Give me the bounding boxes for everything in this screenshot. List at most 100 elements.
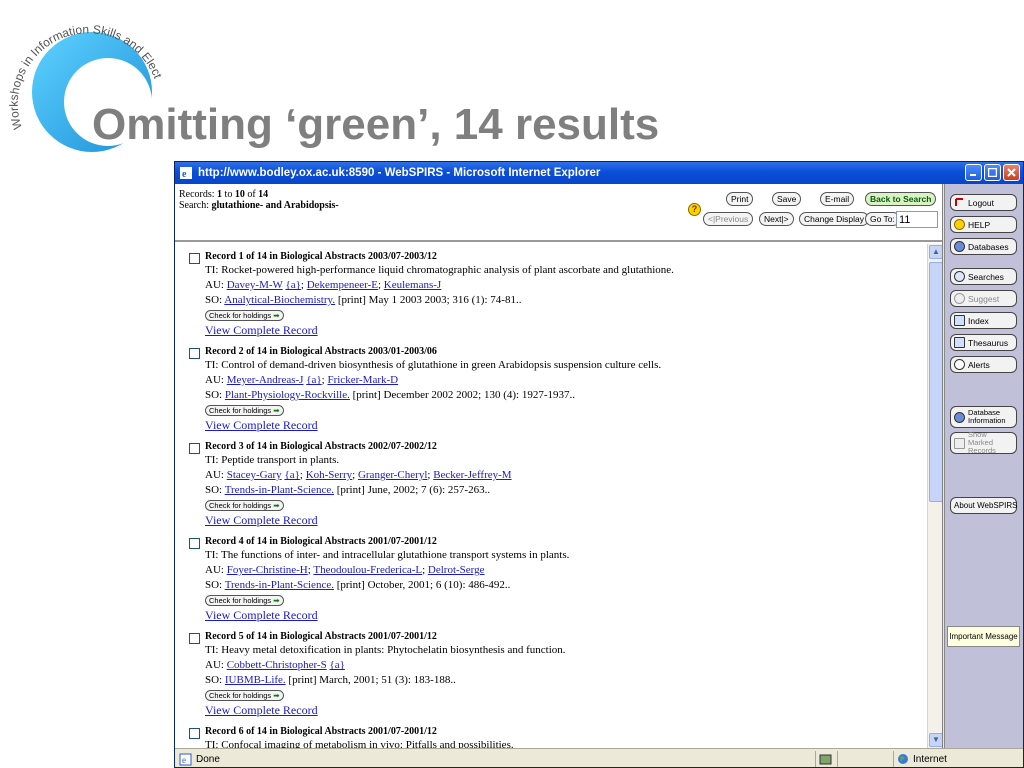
- record-source-line: SO: Analytical-Biochemistry. [print] May…: [205, 294, 522, 306]
- results-scrollbar[interactable]: ▲ ▼: [927, 244, 942, 748]
- author-link[interactable]: Davey-M-W: [227, 279, 283, 291]
- author-link[interactable]: Koh-Serry: [306, 469, 352, 481]
- view-complete-record-link[interactable]: View Complete Record: [205, 703, 318, 717]
- about-webspirs-button[interactable]: About WebSPIRS: [950, 497, 1017, 514]
- records-label: Records:: [179, 189, 215, 200]
- view-complete-record-link[interactable]: View Complete Record: [205, 608, 318, 622]
- author-link[interactable]: Becker-Jeffrey-M: [433, 469, 511, 481]
- go-to-input[interactable]: [896, 211, 938, 228]
- arrow-right-icon: ➡: [273, 595, 280, 605]
- print-button[interactable]: Print: [726, 192, 754, 206]
- record-checkbox[interactable]: [189, 633, 200, 644]
- record-item: Record 5 of 14 in Biological Abstracts 2…: [175, 630, 927, 719]
- help-question-icon[interactable]: ?: [688, 203, 701, 216]
- next-button[interactable]: Next|>: [759, 212, 794, 226]
- thesaurus-button[interactable]: Thesaurus: [950, 334, 1017, 351]
- important-message[interactable]: Important Message: [947, 626, 1020, 647]
- suggest-button[interactable]: Suggest: [950, 290, 1017, 307]
- record-item: Record 1 of 14 in Biological Abstracts 2…: [175, 250, 927, 339]
- author-link[interactable]: Stacey-Gary: [227, 469, 282, 481]
- record-item: Record 2 of 14 in Biological Abstracts 2…: [175, 345, 927, 434]
- checkbox-icon: [954, 437, 965, 449]
- minimize-button[interactable]: [965, 164, 982, 181]
- check-holdings-button[interactable]: Check for holdings ➡: [205, 309, 284, 321]
- record-source-line: SO: Trends-in-Plant-Science. [print] Jun…: [205, 484, 491, 496]
- maximize-button[interactable]: [984, 164, 1001, 181]
- page-icon: e: [179, 753, 192, 766]
- record-checkbox[interactable]: [189, 538, 200, 549]
- record-item: Record 3 of 14 in Biological Abstracts 2…: [175, 440, 927, 529]
- record-title: Rocket-powered high-performance liquid c…: [221, 264, 674, 276]
- author-link[interactable]: Cobbett-Christopher-S: [227, 659, 327, 671]
- scroll-thumb[interactable]: [929, 262, 942, 502]
- author-link[interactable]: Granger-Cheryl: [358, 469, 427, 481]
- author-link[interactable]: {a}: [306, 374, 321, 386]
- help-button[interactable]: HELP: [950, 216, 1017, 233]
- record-header: Record 4 of 14 in Biological Abstracts 2…: [205, 536, 437, 547]
- arrow-right-icon: ➡: [273, 690, 280, 700]
- results-frame: Records: 1 to 10 of 14 Search: glutathio…: [175, 184, 943, 748]
- record-checkbox[interactable]: [189, 348, 200, 359]
- scroll-up-arrow-icon[interactable]: ▲: [929, 245, 942, 259]
- record-title-line: TI: Control of demand-driven biosynthesi…: [205, 359, 662, 371]
- view-complete-record-link[interactable]: View Complete Record: [205, 513, 318, 527]
- check-holdings-button[interactable]: Check for holdings ➡: [205, 594, 284, 606]
- check-holdings-button[interactable]: Check for holdings ➡: [205, 689, 284, 701]
- record-checkbox[interactable]: [189, 728, 200, 739]
- author-link[interactable]: Meyer-Andreas-J: [227, 374, 304, 386]
- back-to-search-button[interactable]: Back to Search: [865, 192, 937, 206]
- view-complete-record-link[interactable]: View Complete Record: [205, 323, 318, 337]
- minimize-icon: [970, 174, 976, 176]
- source-link[interactable]: IUBMB-Life.: [225, 674, 286, 686]
- author-link[interactable]: {a}: [284, 469, 299, 481]
- email-button[interactable]: E-mail: [820, 192, 855, 206]
- source-link[interactable]: Plant-Physiology-Rockville.: [225, 389, 350, 401]
- author-link[interactable]: Delrot-Serge: [428, 564, 485, 576]
- databases-icon: [954, 241, 965, 252]
- database-information-button[interactable]: Database Information: [950, 406, 1017, 428]
- status-text: Done: [196, 754, 220, 765]
- author-link[interactable]: Keulemans-J: [384, 279, 441, 291]
- view-complete-record-link[interactable]: View Complete Record: [205, 418, 318, 432]
- source-link[interactable]: Trends-in-Plant-Science.: [225, 579, 334, 591]
- record-title-line: TI: The functions of inter- and intracel…: [205, 549, 570, 561]
- author-link[interactable]: Theodoulou-Frederica-L: [313, 564, 422, 576]
- author-link[interactable]: Fricker-Mark-D: [327, 374, 398, 386]
- alerts-button[interactable]: Alerts: [950, 356, 1017, 373]
- show-marked-records-button[interactable]: Show Marked Records: [950, 431, 1017, 455]
- results-list: Record 1 of 14 in Biological Abstracts 2…: [175, 244, 927, 748]
- record-authors-line: AU: Davey-M-W {a}; Dekempeneer-E; Keulem…: [205, 279, 442, 291]
- record-item: Record 4 of 14 in Biological Abstracts 2…: [175, 535, 927, 624]
- records-total: 14: [258, 189, 269, 200]
- change-display-button[interactable]: Change Display: [799, 212, 870, 226]
- record-source-line: SO: IUBMB-Life. [print] March, 2001; 51 …: [205, 674, 456, 686]
- index-button[interactable]: Index: [950, 312, 1017, 329]
- record-checkbox[interactable]: [189, 253, 200, 264]
- go-to-button[interactable]: Go To:: [865, 212, 900, 226]
- logout-button[interactable]: Logout: [950, 194, 1017, 211]
- records-to-word: to: [224, 189, 233, 200]
- searches-button[interactable]: Searches: [950, 268, 1017, 285]
- source-link[interactable]: Trends-in-Plant-Science.: [225, 484, 334, 496]
- save-button[interactable]: Save: [772, 192, 802, 206]
- searches-icon: [954, 271, 965, 282]
- record-authors-line: AU: Foyer-Christine-H; Theodoulou-Freder…: [205, 564, 485, 576]
- source-link[interactable]: Analytical-Biochemistry.: [224, 294, 335, 306]
- record-source-line: SO: Plant-Physiology-Rockville. [print] …: [205, 389, 576, 401]
- author-link[interactable]: {a}: [329, 659, 344, 671]
- index-icon: [954, 315, 965, 326]
- author-link[interactable]: Foyer-Christine-H: [227, 564, 308, 576]
- previous-button[interactable]: <|Previous: [703, 212, 754, 226]
- check-holdings-button[interactable]: Check for holdings ➡: [205, 499, 284, 511]
- maximize-icon: [988, 168, 997, 177]
- scroll-down-arrow-icon[interactable]: ▼: [929, 733, 942, 747]
- check-holdings-button[interactable]: Check for holdings ➡: [205, 404, 284, 416]
- author-link[interactable]: {a}: [285, 279, 300, 291]
- close-button[interactable]: [1003, 164, 1020, 181]
- record-checkbox[interactable]: [189, 443, 200, 454]
- thesaurus-icon: [954, 337, 965, 348]
- records-info: Records: 1 to 10 of 14 Search: glutathio…: [179, 189, 339, 211]
- author-link[interactable]: Dekempeneer-E: [307, 279, 378, 291]
- alert-icon: [954, 359, 965, 370]
- databases-button[interactable]: Databases: [950, 238, 1017, 255]
